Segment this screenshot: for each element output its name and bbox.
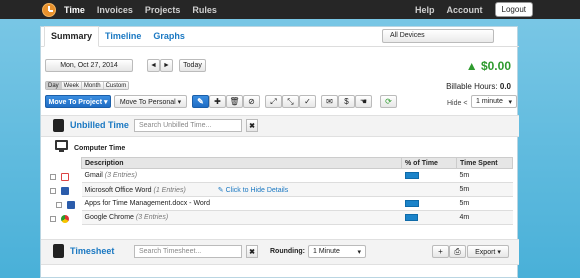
row-time: 4m xyxy=(456,210,513,225)
unbilled-table: Description % of Time Time Spent Gmail (… xyxy=(81,157,513,225)
range-month[interactable]: Month xyxy=(81,82,104,89)
chevron-down-icon: ▾ xyxy=(357,248,361,256)
col-percent[interactable]: % of Time xyxy=(401,157,457,169)
envelope-icon[interactable]: ✉ xyxy=(321,95,338,108)
collapse-icon[interactable]: ⤡ xyxy=(282,95,299,108)
timesheet-search-input[interactable]: Search Timesheet... xyxy=(134,245,242,258)
trash-icon[interactable]: 🗑 xyxy=(226,95,243,108)
hide-details-link[interactable]: ✎ Click to Hide Details xyxy=(218,187,288,194)
money-bag-icon[interactable]: $ xyxy=(338,95,355,108)
row-time: 5m xyxy=(456,196,513,211)
hide-details-label: Click to Hide Details xyxy=(225,186,289,194)
col-description[interactable]: Description xyxy=(81,157,402,169)
billable-hours: Billable Hours: 0.0 xyxy=(446,82,511,91)
billable-hours-value: 0.0 xyxy=(499,82,511,91)
hide-label: Hide < xyxy=(447,100,468,107)
billable-hours-label: Billable Hours: xyxy=(446,82,498,91)
refresh-icon[interactable]: ⟳ xyxy=(380,95,397,108)
timesheet-icon xyxy=(53,244,64,258)
block-icon[interactable]: ⊘ xyxy=(243,95,260,108)
row-entries: (3 Entries) xyxy=(104,172,138,179)
range-custom[interactable]: Custom xyxy=(103,82,129,89)
computer-time-label: Computer Time xyxy=(74,145,126,152)
add-entry-button[interactable]: + xyxy=(432,245,449,258)
percent-bar xyxy=(404,213,418,221)
row-app: Microsoft Office Word xyxy=(84,186,152,194)
tab-timeline[interactable]: Timeline xyxy=(99,31,147,46)
unbilled-search-input[interactable]: Search Unbilled Time... xyxy=(134,119,242,132)
row-app: Gmail xyxy=(84,172,103,179)
unbilled-search-clear[interactable]: ✖ xyxy=(246,119,258,132)
hand-icon[interactable]: ☚ xyxy=(355,95,372,108)
nav-rules[interactable]: Rules xyxy=(192,5,217,15)
percent-bar xyxy=(404,199,419,207)
main-panel: Summary Timeline Graphs All Devices Mon,… xyxy=(40,26,519,278)
next-day-button[interactable]: ► xyxy=(160,59,173,72)
word-icon xyxy=(67,201,75,209)
devices-dropdown[interactable]: All Devices xyxy=(382,29,494,43)
range-selector: Day Week Month Custom xyxy=(45,81,130,90)
range-day[interactable]: Day xyxy=(46,82,62,89)
row-time: 5m xyxy=(456,182,513,197)
check-icon[interactable]: ✓ xyxy=(299,95,316,108)
tab-summary[interactable]: Summary xyxy=(44,26,100,47)
word-icon xyxy=(61,187,69,195)
logout-button[interactable]: Logout xyxy=(494,2,533,17)
move-to-personal-button[interactable]: Move To Personal ▾ xyxy=(114,95,187,108)
print-button[interactable]: ⎙ xyxy=(449,245,466,258)
tab-graphs[interactable]: Graphs xyxy=(147,31,191,46)
nav-help[interactable]: Help xyxy=(415,5,435,15)
clock-logo-icon[interactable] xyxy=(42,2,56,17)
hide-threshold-value: 1 minute xyxy=(476,98,503,105)
col-time-spent[interactable]: Time Spent xyxy=(456,157,513,169)
gmail-icon xyxy=(61,173,69,181)
prev-day-button[interactable]: ◄ xyxy=(147,59,160,72)
plus-icon[interactable]: ✚ xyxy=(209,95,226,108)
nav-time[interactable]: Time xyxy=(64,5,85,15)
expand-icon[interactable]: ⤢ xyxy=(265,95,282,108)
row-checkbox[interactable] xyxy=(50,216,56,222)
move-to-project-button[interactable]: Move To Project ▾ xyxy=(45,95,111,108)
row-checkbox[interactable] xyxy=(50,188,56,194)
timesheet-title: Timesheet xyxy=(70,246,115,256)
table-row[interactable]: Apps for Time Management.docx - Word 5m xyxy=(81,196,513,211)
percent-bar xyxy=(404,171,419,179)
rounding-value: 1 Minute xyxy=(313,248,340,255)
range-week[interactable]: Week xyxy=(61,82,82,89)
pencil-icon[interactable]: ✎ xyxy=(192,95,209,108)
table-row[interactable]: Microsoft Office Word (1 Entries) ✎ Click… xyxy=(81,182,513,197)
timesheet-search-clear[interactable]: ✖ xyxy=(246,245,258,258)
rounding-select[interactable]: 1 Minute ▾ xyxy=(308,245,366,258)
date-picker-button[interactable]: Mon, Oct 27, 2014 xyxy=(45,59,133,72)
row-time: 5m xyxy=(456,168,513,183)
table-row[interactable]: Gmail (3 Entries) 5m xyxy=(81,168,513,183)
row-checkbox[interactable] xyxy=(56,202,62,208)
unbilled-title: Unbilled Time xyxy=(70,120,129,130)
row-entries: (3 Entries) xyxy=(135,214,169,221)
row-checkbox[interactable] xyxy=(50,174,56,180)
nav-projects[interactable]: Projects xyxy=(145,5,181,15)
row-app: Google Chrome xyxy=(84,214,134,221)
chevron-down-icon: ▾ xyxy=(508,98,512,106)
earnings-total: ▲ $0.00 xyxy=(465,59,511,73)
top-navbar: Time Invoices Projects Rules Help Accoun… xyxy=(0,0,580,19)
row-entries: (1 Entries) xyxy=(153,186,186,194)
monitor-icon xyxy=(55,140,68,152)
chrome-icon xyxy=(61,215,69,223)
today-button[interactable]: Today xyxy=(179,59,206,72)
unbilled-icon xyxy=(53,119,64,132)
hide-threshold-select[interactable]: 1 minute ▾ xyxy=(471,95,517,108)
nav-account[interactable]: Account xyxy=(447,5,483,15)
table-row[interactable]: Google Chrome (3 Entries) 4m xyxy=(81,210,513,225)
nav-invoices[interactable]: Invoices xyxy=(97,5,133,15)
rounding-label: Rounding: xyxy=(270,248,305,255)
row-app: Apps for Time Management.docx - Word xyxy=(84,200,211,207)
export-button[interactable]: Export ▾ xyxy=(467,245,509,258)
